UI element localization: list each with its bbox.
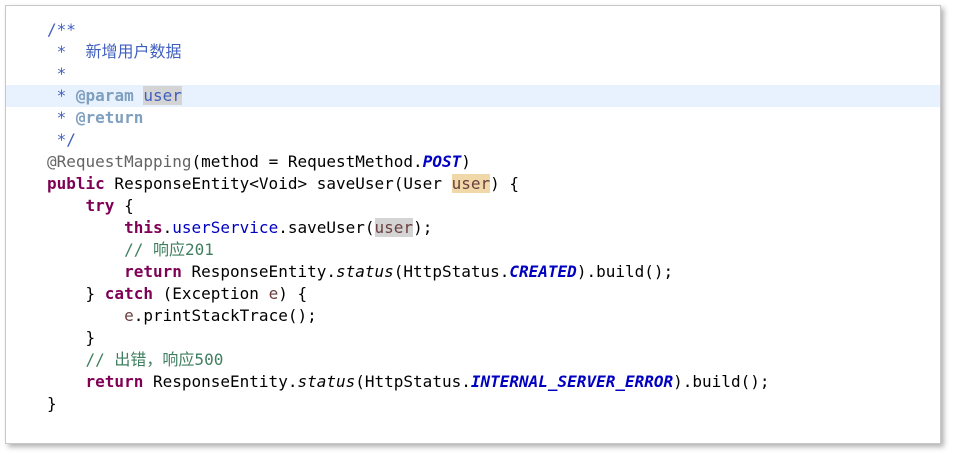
code-token: @return bbox=[75, 108, 144, 127]
code-token: * bbox=[47, 108, 76, 127]
code-line[interactable]: * @return bbox=[6, 107, 940, 129]
code-token: (method = RequestMethod. bbox=[191, 152, 423, 171]
code-token: this bbox=[124, 218, 163, 237]
code-line[interactable]: @RequestMapping(method = RequestMethod.P… bbox=[6, 151, 940, 173]
code-token: user bbox=[451, 174, 491, 193]
code-token: (HttpStatus. bbox=[355, 372, 471, 391]
code-line[interactable]: return ResponseEntity.status(HttpStatus.… bbox=[6, 371, 940, 393]
code-line[interactable]: */ bbox=[6, 129, 940, 151]
code-token: } bbox=[47, 284, 105, 303]
code-token: .printStackTrace(); bbox=[133, 306, 317, 325]
code-token: status bbox=[335, 262, 394, 281]
code-line[interactable]: } bbox=[6, 327, 940, 349]
code-token: * bbox=[47, 64, 67, 83]
code-token: userService bbox=[172, 218, 279, 237]
code-line[interactable]: // 出错，响应500 bbox=[6, 349, 940, 371]
code-token: ResponseEntity. bbox=[143, 372, 298, 391]
code-token: return bbox=[124, 262, 182, 281]
code-token: return bbox=[85, 372, 144, 391]
code-token: try bbox=[85, 196, 115, 215]
code-token: @RequestMapping bbox=[47, 152, 192, 171]
code-line[interactable]: * 新增用户数据 bbox=[6, 41, 940, 63]
code-line[interactable]: e.printStackTrace(); bbox=[6, 305, 940, 327]
code-token: .saveUser( bbox=[278, 218, 375, 237]
code-token: (Exception bbox=[152, 284, 269, 303]
code-token: public bbox=[47, 174, 105, 193]
code-token: CREATED bbox=[509, 262, 577, 281]
code-area[interactable]: /** * 新增用户数据 * * @param user * @return *… bbox=[6, 19, 940, 415]
code-token: user bbox=[374, 218, 414, 237]
code-line[interactable]: } catch (Exception e) { bbox=[6, 283, 940, 305]
code-token: ) { bbox=[278, 284, 308, 303]
code-token: ) bbox=[461, 152, 471, 171]
code-token: * 新增用户数据 bbox=[47, 42, 182, 61]
code-line-current[interactable]: * @param user bbox=[6, 85, 940, 107]
code-token: ).build(); bbox=[576, 262, 674, 281]
code-token: // 响应201 bbox=[124, 240, 214, 259]
code-line[interactable]: } bbox=[6, 393, 940, 415]
code-token: . bbox=[162, 218, 173, 237]
code-line[interactable]: return ResponseEntity.status(HttpStatus.… bbox=[6, 261, 940, 283]
code-token: // 出错，响应500 bbox=[85, 350, 224, 369]
code-token: { bbox=[114, 196, 134, 215]
code-token: ResponseEntity<Void> saveUser(User bbox=[104, 174, 452, 193]
code-token: * bbox=[47, 86, 76, 105]
code-token: (HttpStatus. bbox=[393, 262, 510, 281]
code-token: } bbox=[47, 394, 57, 413]
code-token: INTERNAL_SERVER_ERROR bbox=[470, 372, 674, 391]
code-token: ).build(); bbox=[673, 372, 770, 391]
code-token: } bbox=[47, 328, 96, 347]
code-token: */ bbox=[47, 130, 76, 149]
code-token: status bbox=[297, 372, 356, 391]
code-token: POST bbox=[422, 152, 462, 171]
code-line[interactable]: this.userService.saveUser(user); bbox=[6, 217, 940, 239]
code-token: catch bbox=[104, 284, 153, 303]
code-line[interactable]: public ResponseEntity<Void> saveUser(Use… bbox=[6, 173, 940, 195]
code-token: user bbox=[143, 86, 182, 105]
code-token: e bbox=[268, 284, 279, 303]
code-token: @param bbox=[75, 86, 134, 105]
code-line[interactable]: * bbox=[6, 63, 940, 85]
code-token: ); bbox=[413, 218, 433, 237]
code-token: ResponseEntity. bbox=[181, 262, 336, 281]
code-token: /** bbox=[47, 20, 76, 39]
code-token: ) { bbox=[490, 174, 520, 193]
code-line[interactable]: /** bbox=[6, 19, 940, 41]
code-line[interactable]: try { bbox=[6, 195, 940, 217]
code-line[interactable]: // 响应201 bbox=[6, 239, 940, 261]
code-token: e bbox=[124, 306, 134, 325]
code-editor-frame: /** * 新增用户数据 * * @param user * @return *… bbox=[5, 5, 941, 444]
